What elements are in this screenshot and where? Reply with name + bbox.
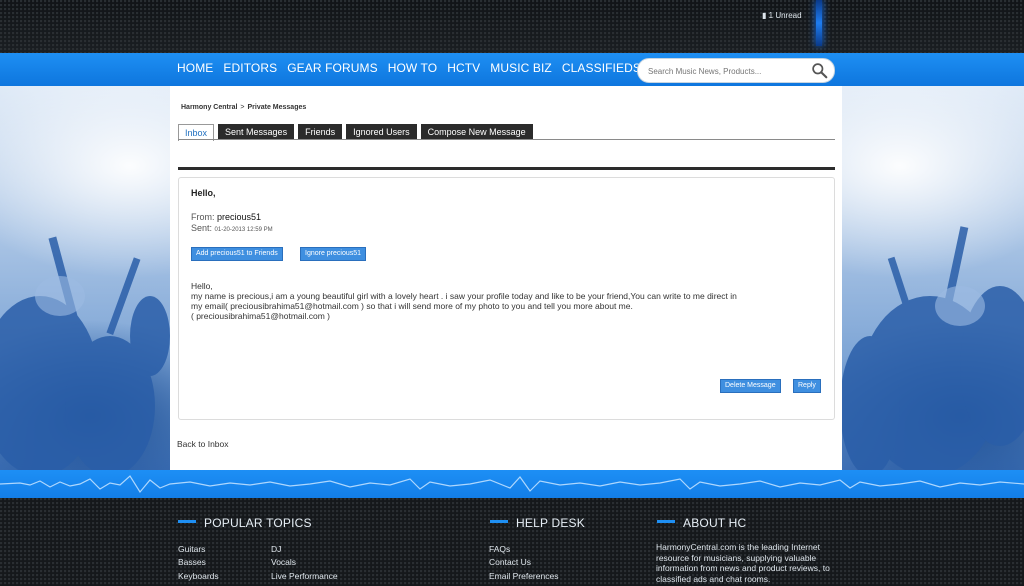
nav-gear-forums[interactable]: GEAR FORUMS: [287, 61, 377, 75]
ignore-user-button[interactable]: Ignore precious51: [300, 247, 367, 261]
nav-music-biz[interactable]: MUSIC BIZ: [490, 61, 552, 75]
footer-link-basses[interactable]: Basses: [178, 557, 206, 567]
help-desk-heading: HELP DESK: [490, 516, 585, 530]
footer-link-contact-us[interactable]: Contact Us: [489, 557, 531, 567]
back-to-inbox-link[interactable]: Back to Inbox: [177, 439, 229, 449]
popular-topics-heading: POPULAR TOPICS: [178, 516, 312, 530]
footer-link-dj[interactable]: DJ: [271, 544, 281, 554]
unread-count[interactable]: ▮ 1 Unread: [762, 11, 802, 20]
body-line: my name is precious,i am a young beautif…: [191, 291, 737, 301]
message-sent: Sent: 01-20-2013 12:59 PM: [191, 223, 273, 233]
message-icon: ▮: [762, 11, 767, 20]
sent-label: Sent:: [191, 223, 213, 233]
footer-link-guitars[interactable]: Guitars: [178, 544, 205, 554]
delete-message-button[interactable]: Delete Message: [720, 379, 781, 393]
top-light-glow: [816, 0, 822, 46]
from-user-link[interactable]: precious51: [217, 212, 261, 222]
from-label: From:: [191, 212, 215, 222]
footer-link-live-performance[interactable]: Live Performance: [271, 571, 338, 581]
body-line: my email( preciousibrahima51@hotmail.com…: [191, 301, 633, 311]
about-hc-heading: ABOUT HC: [657, 516, 746, 530]
footer-link-vocals[interactable]: Vocals: [271, 557, 296, 567]
nav-hctv[interactable]: HCTV: [447, 61, 480, 75]
message-title: Hello,: [191, 188, 216, 198]
nav-classifieds[interactable]: CLASSIFIEDS: [562, 61, 641, 75]
message-from: From: precious51: [191, 212, 261, 222]
main-nav: HOME EDITORS GEAR FORUMS HOW TO HCTV MUS…: [0, 53, 1024, 86]
body-line: ( preciousibrahima51@hotmail.com ): [191, 311, 331, 321]
top-bar: [0, 0, 1024, 53]
nav-how-to[interactable]: HOW TO: [388, 61, 438, 75]
section-divider: [178, 167, 835, 170]
about-text: HarmonyCentral.com is the leading Intern…: [656, 542, 830, 584]
waveform-banner: [0, 470, 1024, 498]
search-input[interactable]: [646, 63, 810, 79]
tab-compose-new-message[interactable]: Compose New Message: [420, 124, 533, 140]
footer: POPULAR TOPICS HELP DESK ABOUT HC Guitar…: [0, 498, 1024, 586]
reply-button[interactable]: Reply: [793, 379, 821, 393]
message-body: Hello, my name is precious,i am a young …: [191, 281, 821, 321]
tab-sent-messages[interactable]: Sent Messages: [218, 124, 295, 140]
waveform-graphic: [0, 475, 1024, 494]
heading-accent: [657, 520, 675, 524]
content-panel: Harmony Central > Private Messages Inbox S…: [170, 86, 842, 470]
tab-divider: [178, 139, 835, 140]
nav-home[interactable]: HOME: [177, 61, 213, 75]
nav-editors[interactable]: EDITORS: [223, 61, 277, 75]
footer-link-faqs[interactable]: FAQs: [489, 544, 510, 554]
search-icon[interactable]: [811, 62, 828, 79]
sent-time: 01-20-2013 12:59 PM: [214, 227, 273, 233]
message-box: Hello, From: precious51 Sent: 01-20-2013…: [178, 177, 835, 420]
search-box: [637, 58, 835, 83]
heading-accent: [490, 520, 508, 524]
add-friend-button[interactable]: Add precious51 to Friends: [191, 247, 283, 261]
tab-ignored-users[interactable]: Ignored Users: [346, 124, 417, 140]
breadcrumb: Harmony Central > Private Messages: [181, 104, 306, 111]
breadcrumb-current[interactable]: Private Messages: [248, 104, 307, 111]
footer-link-keyboards[interactable]: Keyboards: [178, 571, 219, 581]
heading-accent: [178, 520, 196, 524]
tab-friends[interactable]: Friends: [298, 124, 343, 140]
breadcrumb-home[interactable]: Harmony Central: [181, 104, 237, 111]
body-line: Hello,: [191, 281, 213, 291]
footer-link-email-preferences[interactable]: Email Preferences: [489, 571, 558, 581]
breadcrumb-separator: >: [240, 104, 245, 111]
